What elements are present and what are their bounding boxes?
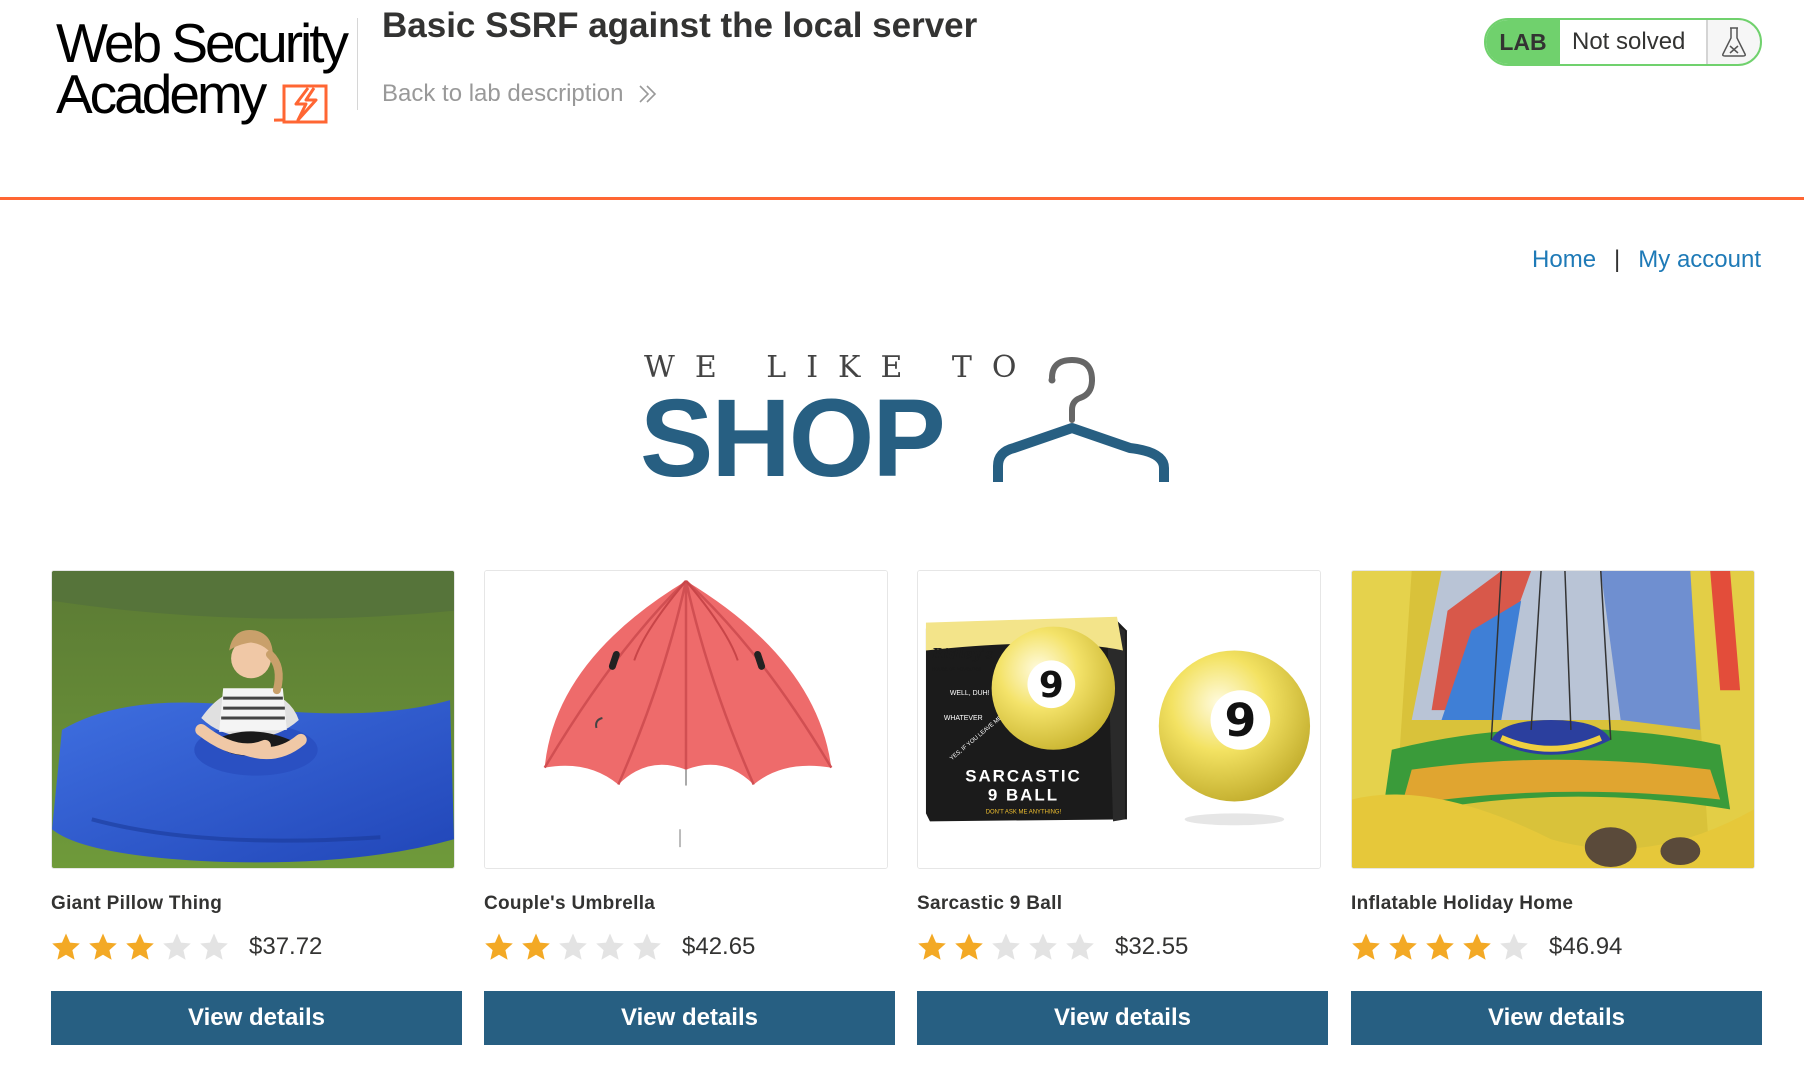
nav-separator: |: [1614, 246, 1621, 273]
rating-row: $32.55: [917, 927, 1327, 967]
product-image[interactable]: Ridley's HOUSE OF NOVELTIES WELL, DUH! W…: [917, 570, 1321, 869]
star-filled-icon: [918, 933, 946, 960]
star-filled-icon: [1426, 933, 1454, 960]
academy-header: Web Security Academy Basic SSRF against …: [0, 0, 1804, 200]
lab-status-widget: LAB Not solved: [1484, 18, 1762, 66]
shop-banner: WE LIKE TO SHOP: [640, 350, 1180, 500]
blue-pillow-image: [52, 571, 454, 868]
star-filled-icon: [1389, 933, 1417, 960]
lab-title: Basic SSRF against the local server: [382, 6, 978, 45]
lab-tag: LAB: [1486, 20, 1560, 64]
box-title-line1: SARCASTIC: [965, 767, 1082, 786]
star-empty-icon: [163, 933, 191, 960]
star-filled-icon: [1352, 933, 1380, 960]
top-nav: Home | My account: [1532, 246, 1761, 274]
star-empty-icon: [633, 933, 661, 960]
star-empty-icon: [200, 933, 228, 960]
star-filled-icon: [126, 933, 154, 960]
view-details-button[interactable]: View details: [1351, 991, 1762, 1045]
double-chevron-right-icon: [639, 85, 657, 103]
star-filled-icon: [52, 933, 80, 960]
red-umbrella-image: [485, 571, 887, 868]
back-to-lab-description-link[interactable]: Back to lab description: [382, 80, 659, 108]
back-link-label: Back to lab description: [382, 80, 624, 107]
my-account-link[interactable]: My account: [1638, 246, 1761, 274]
rating-row: $46.94: [1351, 927, 1761, 967]
product-card: Couple's Umbrella $42.65 View details: [484, 570, 895, 1045]
header-divider: [357, 18, 358, 110]
product-image[interactable]: [484, 570, 888, 869]
box-ball-number: 9: [1039, 665, 1064, 706]
rating-row: $42.65: [484, 927, 894, 967]
web-security-academy-logo[interactable]: Web Security Academy: [52, 12, 352, 125]
star-filled-icon: [1463, 933, 1491, 960]
nine-ball-image: Ridley's HOUSE OF NOVELTIES WELL, DUH! W…: [918, 571, 1320, 868]
star-rating: [917, 932, 1095, 962]
star-filled-icon: [89, 933, 117, 960]
product-card: Inflatable Holiday Home $46.94 View deta…: [1351, 570, 1762, 1045]
box-quote-2: WHATEVER: [944, 715, 983, 722]
product-image[interactable]: [1351, 570, 1755, 869]
star-rating: [1351, 932, 1529, 962]
logo-line2: Academy: [56, 63, 267, 125]
product-name: Sarcastic 9 Ball: [917, 893, 1063, 914]
view-details-button[interactable]: View details: [484, 991, 895, 1045]
view-details-button[interactable]: View details: [917, 991, 1328, 1045]
product-image[interactable]: [51, 570, 455, 869]
product-price: $46.94: [1549, 933, 1623, 960]
star-empty-icon: [992, 933, 1020, 960]
star-rating: [484, 932, 662, 962]
star-filled-icon: [485, 933, 513, 960]
product-card: Giant Pillow Thing $37.72 View details: [51, 570, 462, 1045]
product-price: $32.55: [1115, 933, 1189, 960]
product-card: Ridley's HOUSE OF NOVELTIES WELL, DUH! W…: [917, 570, 1328, 1045]
home-link[interactable]: Home: [1532, 246, 1596, 274]
star-empty-icon: [596, 933, 624, 960]
box-brand: Ridley's: [931, 646, 993, 662]
product-name: Couple's Umbrella: [484, 893, 656, 914]
bouncy-castle-image: [1352, 571, 1754, 868]
star-filled-icon: [955, 933, 983, 960]
lightning-bolt-icon: [274, 84, 328, 124]
rating-row: $37.72: [51, 927, 461, 967]
lab-status-text: Not solved: [1560, 20, 1706, 64]
star-rating: [51, 932, 229, 962]
product-price: $37.72: [249, 933, 323, 960]
box-title-line2: 9 BALL: [988, 785, 1059, 804]
banner-title: SHOP: [640, 377, 946, 500]
ball-number: 9: [1224, 694, 1256, 747]
star-empty-icon: [559, 933, 587, 960]
product-name: Inflatable Holiday Home: [1351, 893, 1574, 914]
box-subtitle: HOUSE OF NOVELTIES: [932, 666, 981, 671]
product-price: $42.65: [682, 933, 756, 960]
clothes-hanger-icon: [993, 356, 1169, 482]
star-empty-icon: [1029, 933, 1057, 960]
box-tagline: DON'T ASK ME ANYTHING!: [986, 809, 1062, 815]
product-name: Giant Pillow Thing: [51, 893, 223, 914]
star-empty-icon: [1066, 933, 1094, 960]
star-filled-icon: [522, 933, 550, 960]
view-details-button[interactable]: View details: [51, 991, 462, 1045]
star-empty-icon: [1500, 933, 1528, 960]
flask-icon: [1706, 20, 1760, 64]
box-quote-1: WELL, DUH!: [950, 690, 990, 697]
